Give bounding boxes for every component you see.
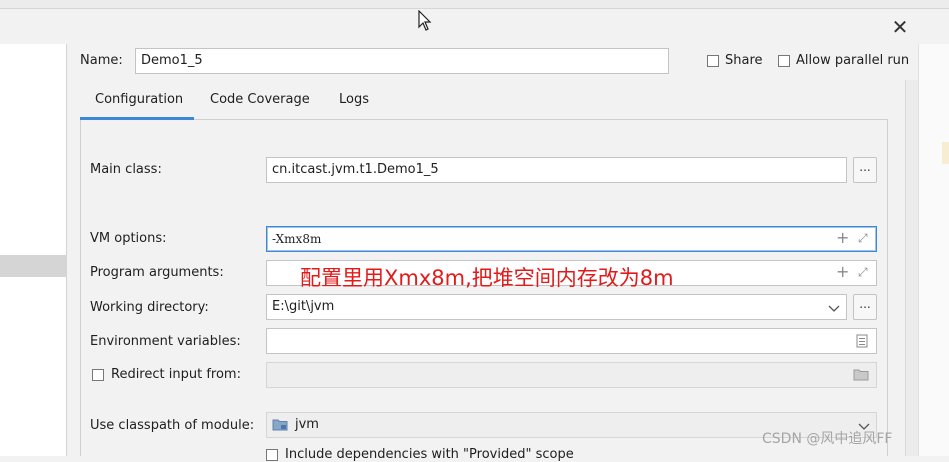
folder-icon	[853, 368, 869, 385]
program-arguments-label: Program arguments:	[90, 265, 224, 280]
module-folder-icon	[272, 418, 288, 435]
share-checkbox[interactable]	[707, 55, 719, 67]
vertical-scrollbar[interactable]	[905, 80, 918, 456]
main-class-label: Main class:	[90, 162, 162, 177]
background-window-strip	[0, 0, 949, 8]
main-class-field[interactable]: cn.itcast.jvm.t1.Demo1_5	[266, 157, 847, 183]
watermark-text: CSDN @风中追风FF	[762, 431, 893, 447]
plus-icon[interactable]: +	[836, 264, 849, 280]
classpath-module-label: Use classpath of module:	[90, 418, 255, 433]
allow-parallel-run-label[interactable]: Allow parallel run	[796, 53, 909, 68]
cursor-icon	[418, 9, 432, 36]
selected-tree-item[interactable]	[0, 255, 66, 277]
tab-logs[interactable]: Logs	[339, 92, 369, 118]
expand-icon[interactable]: ⤢	[858, 232, 868, 244]
redirect-input-checkbox[interactable]	[92, 369, 104, 381]
redirect-input-field	[266, 362, 877, 388]
include-dependencies-checkbox[interactable]	[266, 449, 278, 461]
tab-code-coverage[interactable]: Code Coverage	[210, 92, 310, 118]
vm-options-field[interactable]: -Xmx8m	[266, 226, 877, 252]
environment-variables-field[interactable]	[266, 328, 877, 354]
redirect-input-label[interactable]: Redirect input from:	[111, 367, 241, 382]
vm-options-label: VM options:	[90, 231, 167, 246]
expand-icon[interactable]: ⤢	[858, 266, 868, 278]
environment-variables-label: Environment variables:	[90, 334, 241, 349]
share-label[interactable]: Share	[725, 53, 763, 68]
file-icon[interactable]	[856, 334, 868, 352]
dialog-titlebar: ✕	[0, 8, 949, 45]
working-directory-browse-button[interactable]: ...	[853, 294, 877, 320]
editor-highlight	[942, 142, 949, 164]
background-editor-edge	[918, 44, 949, 456]
configuration-tree-panel	[0, 44, 67, 456]
working-directory-field[interactable]: E:\git\jvm	[266, 294, 847, 320]
dropdown-chevron-icon[interactable]	[828, 302, 840, 317]
main-class-browse-button[interactable]: ...	[853, 157, 877, 183]
name-field[interactable]: Demo1_5	[135, 48, 669, 74]
working-directory-label: Working directory:	[90, 300, 209, 315]
tab-configuration[interactable]: Configuration	[95, 92, 183, 118]
close-icon[interactable]: ✕	[885, 15, 915, 39]
allow-parallel-run-checkbox[interactable]	[778, 55, 790, 67]
name-label: Name:	[80, 53, 123, 68]
plus-icon[interactable]: +	[836, 230, 849, 246]
include-dependencies-label[interactable]: Include dependencies with "Provided" sco…	[285, 447, 574, 462]
annotation-text: 配置里用Xmx8m,把堆空间内存改为8m	[300, 266, 674, 290]
